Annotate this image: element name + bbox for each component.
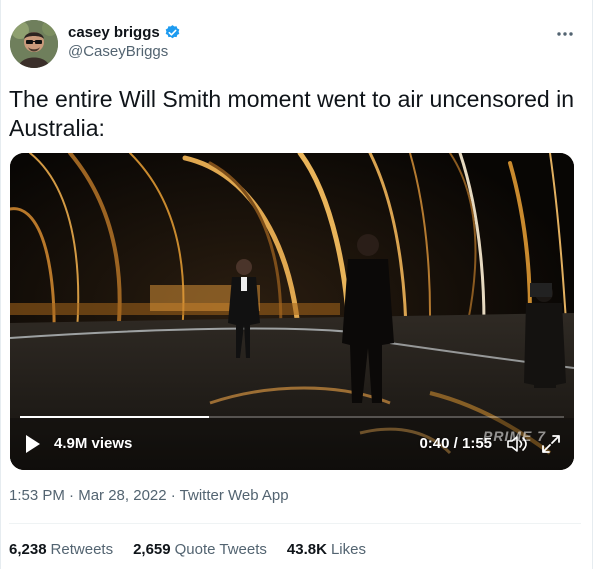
tweet-header: casey briggs @CaseyBriggs (10, 18, 581, 72)
fullscreen-icon (542, 435, 560, 453)
video-player[interactable]: PRIME 7 4.9M views 0:40 / 1:55 (10, 153, 574, 470)
verified-badge-icon (165, 25, 180, 39)
volume-button[interactable] (506, 434, 528, 454)
likes-label: Likes (330, 541, 366, 558)
meta-separator: · (64, 487, 79, 504)
quote-tweets-stat[interactable]: 2,659 Quote Tweets (133, 541, 267, 558)
play-button[interactable] (24, 434, 42, 454)
divider (9, 523, 581, 524)
tweet-text: The entire Will Smith moment went to air… (9, 86, 575, 141)
tweet-meta: 1:53 PM · Mar 28, 2022 · Twitter Web App (9, 487, 289, 504)
likes-count: 43.8K (286, 541, 327, 558)
fullscreen-button[interactable] (540, 433, 562, 455)
avatar-photo (10, 20, 58, 68)
user-names: casey briggs @CaseyBriggs (68, 24, 181, 60)
tweet-stats: 6,238 Retweets 2,659 Quote Tweets 43.8K Lik… (9, 541, 366, 558)
retweets-count: 6,238 (9, 541, 47, 558)
more-options-button[interactable] (553, 24, 577, 44)
tweet-source[interactable]: Twitter Web App (180, 487, 289, 504)
volume-icon (507, 436, 527, 452)
play-icon (26, 435, 40, 453)
frame-border-left (0, 0, 1, 569)
quote-tweets-count: 2,659 (133, 541, 171, 558)
retweets-label: Retweets (50, 541, 114, 558)
avatar[interactable] (10, 20, 58, 68)
user-handle[interactable]: @CaseyBriggs (68, 43, 181, 60)
meta-separator: · (166, 487, 180, 504)
video-time: 0:40 / 1:55 (419, 435, 492, 452)
display-name-row[interactable]: casey briggs (68, 24, 181, 41)
tweet-date[interactable]: Mar 28, 2022 (78, 487, 166, 504)
more-dots-icon (557, 32, 573, 36)
tweet-time[interactable]: 1:53 PM (9, 487, 65, 504)
likes-stat[interactable]: 43.8K Likes (287, 541, 366, 558)
display-name[interactable]: casey briggs (68, 24, 160, 41)
view-count: 4.9M views (54, 435, 133, 452)
video-controls: 4.9M views 0:40 / 1:55 (10, 418, 574, 470)
quote-tweets-label: Quote Tweets (174, 541, 267, 558)
retweets-stat[interactable]: 6,238 Retweets (9, 541, 113, 558)
